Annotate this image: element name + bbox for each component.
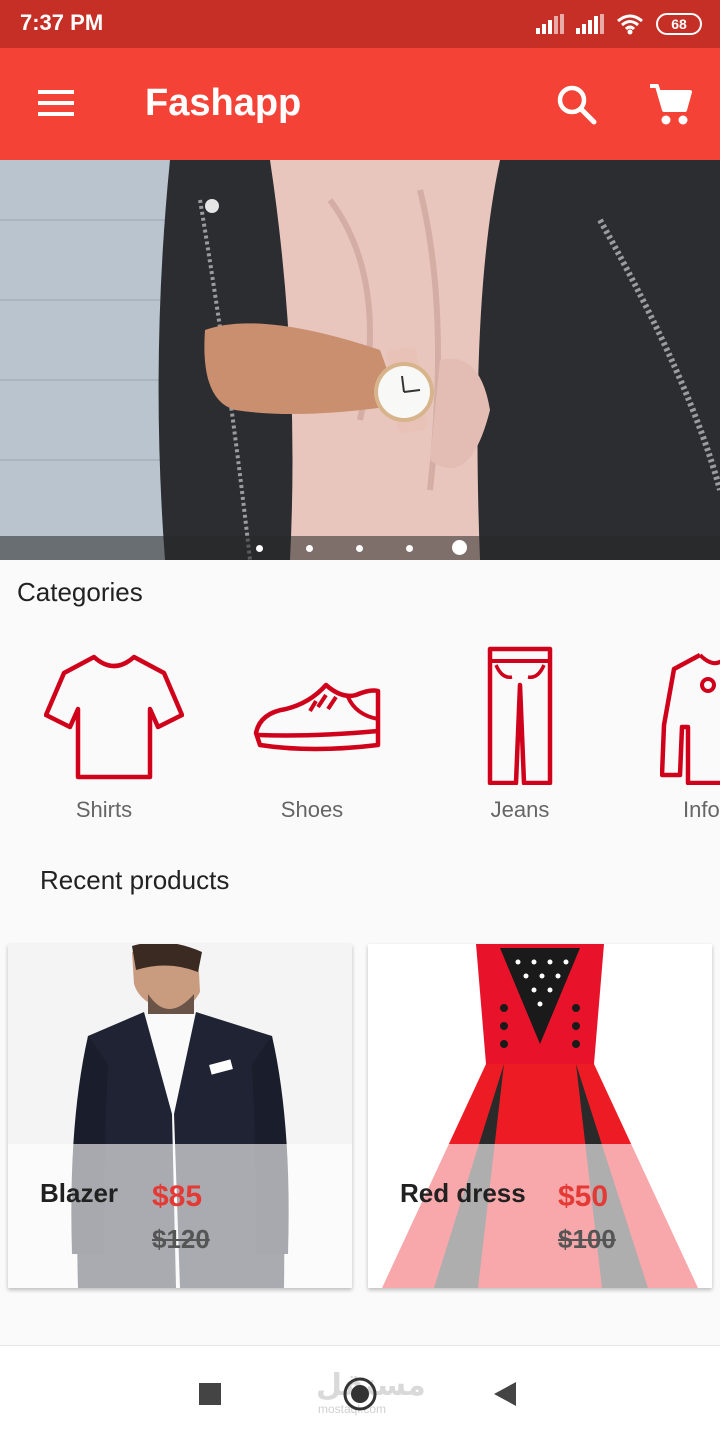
circle-icon xyxy=(343,1377,377,1411)
product-old-price: $120 xyxy=(152,1224,210,1254)
category-jeans[interactable]: Jeans xyxy=(440,640,600,830)
status-icons: 68 xyxy=(536,12,702,36)
product-price: $50 xyxy=(558,1180,609,1213)
shirt-icon xyxy=(44,654,184,780)
shoe-icon xyxy=(253,682,381,752)
product-card-blazer[interactable]: Blazer $85 $120 xyxy=(8,944,352,1288)
carousel-dot[interactable] xyxy=(306,545,313,552)
jacket-icon xyxy=(660,653,720,785)
product-old-price: $100 xyxy=(558,1224,616,1254)
product-price: $85 xyxy=(152,1180,203,1213)
search-icon xyxy=(557,85,597,125)
carousel-indicator xyxy=(0,536,720,560)
status-bar: 7:37 PM 68 xyxy=(0,0,720,48)
wifi-icon xyxy=(617,14,643,35)
square-icon xyxy=(199,1383,221,1405)
triangle-back-icon xyxy=(494,1382,516,1406)
product-card-red-dress[interactable]: Red dress $50 $100 xyxy=(368,944,712,1288)
cart-button[interactable] xyxy=(646,80,694,128)
battery-level: 68 xyxy=(671,16,687,32)
category-info[interactable]: Info xyxy=(660,640,720,830)
signal-icon-2 xyxy=(576,14,604,34)
carousel-dot[interactable] xyxy=(356,545,363,552)
hero-carousel[interactable] xyxy=(0,160,720,560)
recents-button[interactable] xyxy=(190,1374,230,1414)
recent-products-title: Recent products xyxy=(40,865,230,895)
carousel-dot-active[interactable] xyxy=(452,540,467,555)
hero-image xyxy=(0,160,720,560)
product-name: Red dress xyxy=(400,1178,526,1208)
menu-icon xyxy=(38,90,74,116)
system-nav-bar: مستقل mostaql.com xyxy=(0,1345,720,1440)
category-shoes[interactable]: Shoes xyxy=(232,640,392,830)
category-shirts[interactable]: Shirts xyxy=(24,640,184,830)
product-name: Blazer xyxy=(40,1178,119,1208)
back-button[interactable] xyxy=(486,1374,526,1414)
menu-button[interactable] xyxy=(36,88,76,118)
product-overlay xyxy=(368,1144,712,1288)
status-time: 7:37 PM xyxy=(20,10,104,35)
cart-icon xyxy=(650,84,692,125)
category-label: Info xyxy=(683,797,720,822)
signal-icon xyxy=(536,14,564,34)
categories-title: Categories xyxy=(17,577,143,607)
category-label: Jeans xyxy=(490,797,550,822)
battery-indicator: 68 xyxy=(656,13,702,35)
app-bar: Fashapp xyxy=(0,48,720,160)
category-label: Shirts xyxy=(75,797,133,822)
product-overlay xyxy=(8,1144,352,1288)
carousel-dot[interactable] xyxy=(406,545,413,552)
category-label: Shoes xyxy=(280,797,344,822)
search-button[interactable] xyxy=(554,82,598,126)
jeans-icon xyxy=(487,646,553,785)
carousel-dot[interactable] xyxy=(256,545,263,552)
home-button[interactable] xyxy=(340,1374,380,1414)
app-title: Fashapp xyxy=(145,82,302,124)
